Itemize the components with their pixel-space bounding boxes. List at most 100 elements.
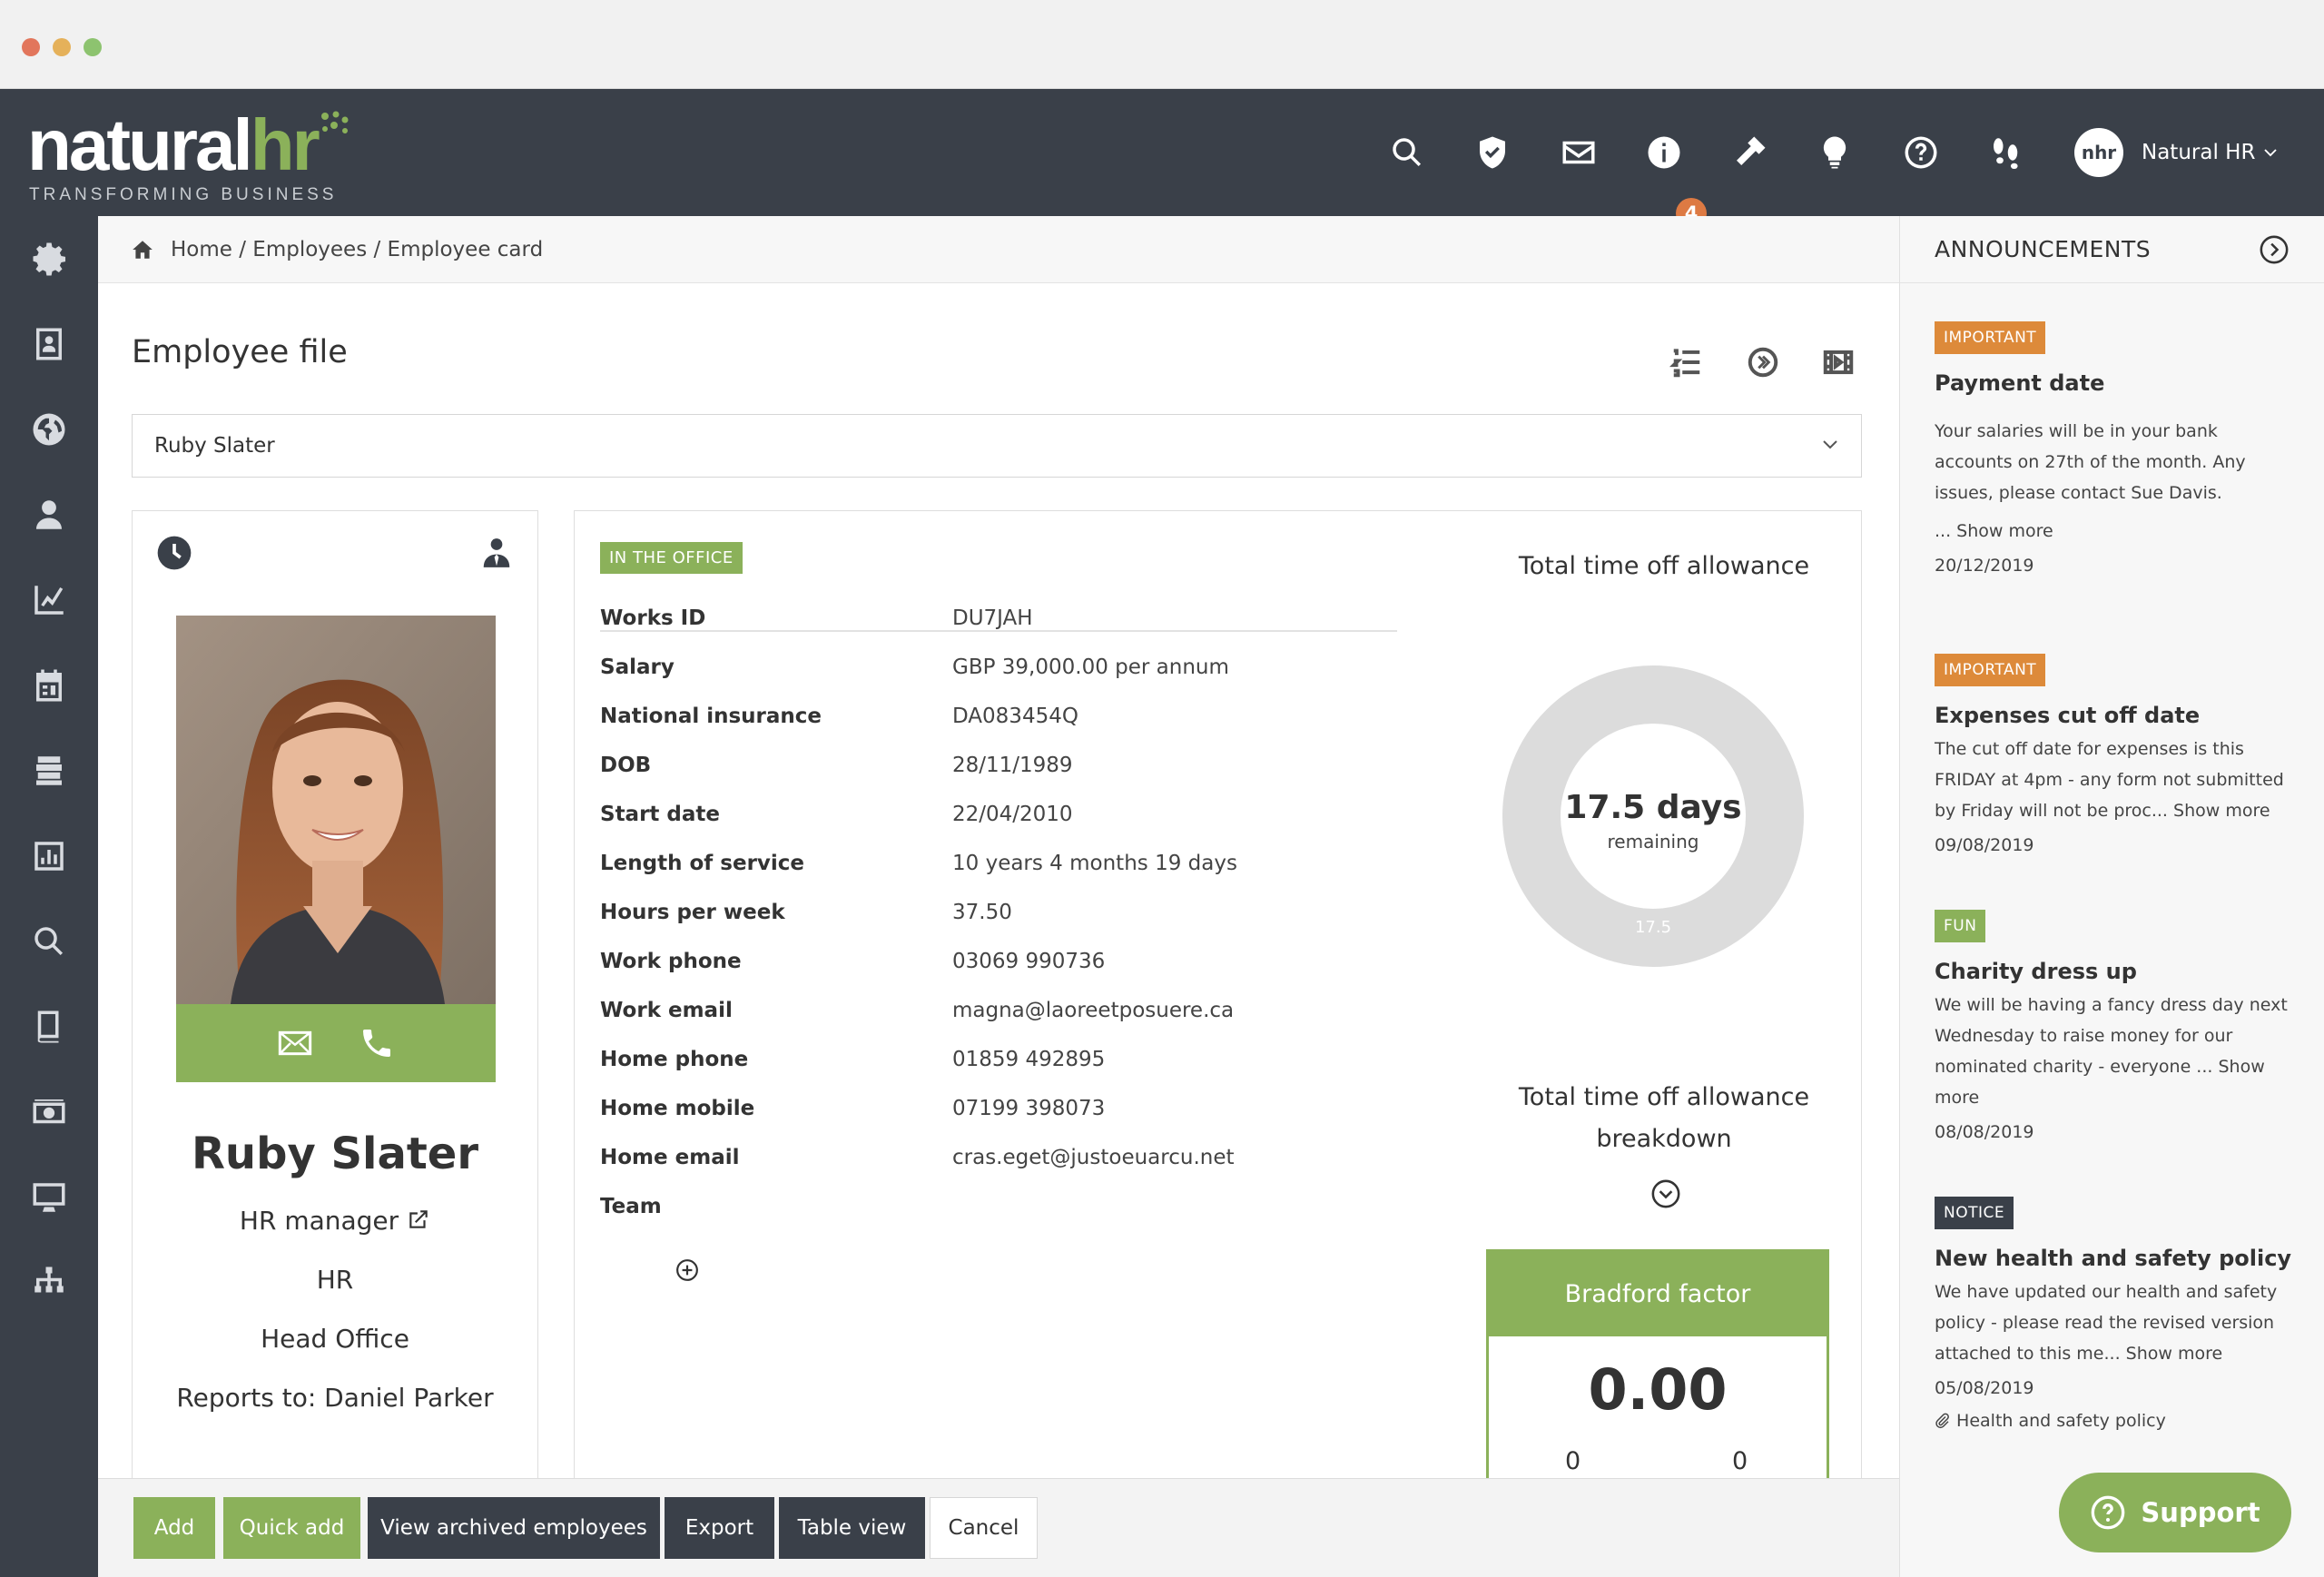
announcement-item[interactable]: NOTICE New health and safety policy We h…: [1935, 1197, 2298, 1431]
bradford-sub-left: 0: [1565, 1447, 1581, 1475]
announcements-header: ANNOUNCEMENTS: [1900, 216, 2324, 283]
expand-circle-icon[interactable]: [1650, 1178, 1681, 1209]
shield-icon[interactable]: [1465, 125, 1520, 180]
address-book-icon[interactable]: [25, 320, 74, 369]
settings-icon[interactable]: [25, 234, 74, 283]
reports-to: Reports to: Daniel Parker: [176, 1383, 494, 1413]
window-maximize-dot[interactable]: [84, 38, 102, 56]
chart-icon[interactable]: [25, 576, 74, 625]
detail-value: 22/04/2010: [952, 803, 1073, 826]
external-link-icon[interactable]: [407, 1207, 430, 1231]
clock-icon[interactable]: [156, 535, 192, 571]
detail-value: GBP 39,000.00 per annum: [952, 655, 1229, 679]
export-button[interactable]: Export: [665, 1497, 774, 1559]
quick-add-button[interactable]: Quick add: [223, 1497, 360, 1559]
wrench-icon[interactable]: [1722, 125, 1777, 180]
announcement-text: Your salaries will be in your bank accou…: [1935, 421, 2246, 503]
allowance-title: Total time off allowance: [1518, 552, 1810, 580]
detail-row: Work phone 03069 990736: [600, 950, 1417, 986]
people-icon[interactable]: [25, 490, 74, 539]
cancel-button[interactable]: Cancel: [930, 1497, 1038, 1559]
days-remaining-label: remaining: [1607, 831, 1699, 853]
window-minimize-dot[interactable]: [53, 38, 71, 56]
collapse-panel-icon[interactable]: [2259, 234, 2290, 265]
help-icon[interactable]: [1894, 125, 1948, 180]
search-icon[interactable]: [25, 917, 74, 966]
phone-icon[interactable]: [359, 1025, 395, 1061]
detail-value: 28/11/1989: [952, 754, 1073, 777]
film-icon[interactable]: [1821, 345, 1859, 383]
detail-value: DA083454Q: [952, 705, 1078, 728]
chevron-down-icon: [1823, 440, 1837, 449]
building-icon[interactable]: [25, 746, 74, 795]
report-icon[interactable]: [25, 832, 74, 881]
detail-row: Works ID DU7JAH: [600, 606, 1417, 643]
list-view-icon[interactable]: [1669, 345, 1708, 383]
detail-row: Hours per week 37.50: [600, 901, 1417, 937]
brand-name-accent: hr: [250, 104, 320, 185]
monitor-icon[interactable]: [25, 1173, 74, 1222]
manager-icon[interactable]: [479, 535, 514, 571]
selected-employee: Ruby Slater: [154, 434, 275, 458]
user-name: Natural HR: [2142, 141, 2256, 164]
employee-select[interactable]: Ruby Slater: [132, 414, 1862, 478]
announcement-item[interactable]: FUN Charity dress up We will be having a…: [1935, 910, 2298, 1142]
lightbulb-icon[interactable]: [1807, 125, 1862, 180]
action-bar: Add Quick add View archived employees Ex…: [98, 1478, 1899, 1577]
calendar-icon[interactable]: [25, 661, 74, 710]
add-button[interactable]: Add: [133, 1497, 215, 1559]
money-icon[interactable]: [25, 1088, 74, 1137]
detail-value: 07199 398073: [952, 1097, 1106, 1120]
announcement-date: 09/08/2019: [1935, 835, 2034, 855]
allowance-donut: 17.5 17.5 days remaining: [1501, 664, 1806, 969]
user-menu[interactable]: nhr Natural HR: [2074, 121, 2279, 184]
detail-row: Home email cras.eget@justoeuarcu.net: [600, 1146, 1417, 1182]
brand-logo[interactable]: naturalhr TRANSFORMING BUSINESS: [27, 109, 354, 204]
show-more-link[interactable]: ... Show more: [1935, 516, 2298, 547]
footprints-icon[interactable]: [1979, 125, 2034, 180]
info-icon[interactable]: [1637, 125, 1691, 180]
announcement-date: 05/08/2019: [1935, 1378, 2034, 1398]
support-button[interactable]: Support: [2059, 1473, 2291, 1552]
detail-label: Works ID: [600, 606, 706, 630]
attachment-name: Health and safety policy: [1956, 1411, 2166, 1431]
detail-label: Team: [600, 1195, 662, 1218]
search-icon[interactable]: [1380, 125, 1434, 180]
globe-icon[interactable]: [25, 405, 74, 454]
book-icon[interactable]: [25, 1002, 74, 1051]
detail-label: Start date: [600, 803, 721, 826]
detail-label: Work email: [600, 999, 733, 1022]
announcement-tag: IMPORTANT: [1935, 321, 2046, 354]
bradford-title: Bradford factor: [1489, 1252, 1827, 1336]
detail-label: DOB: [600, 754, 652, 777]
view-archived-button[interactable]: View archived employees: [368, 1497, 660, 1559]
breadcrumb: Home / Employees / Employee card: [98, 216, 1899, 283]
avatar: nhr: [2074, 128, 2123, 177]
detail-label: Work phone: [600, 950, 742, 973]
window-close-dot[interactable]: [22, 38, 40, 56]
announcement-text: The cut off date for expenses is this FR…: [1935, 739, 2284, 821]
breadcrumb-text[interactable]: Home / Employees / Employee card: [171, 238, 543, 261]
breakdown-title-line1: Total time off allowance: [1518, 1083, 1810, 1111]
days-remaining-value: 17.5 days: [1564, 789, 1742, 826]
org-chart-icon[interactable]: [25, 1258, 74, 1307]
announcement-tag: FUN: [1935, 910, 1986, 942]
donut-ring-label: 17.5: [1635, 918, 1671, 937]
bradford-factor-card: Bradford factor 0.00 0 0: [1486, 1249, 1829, 1483]
announcement-item[interactable]: IMPORTANT Payment date Your salaries wil…: [1935, 321, 2298, 576]
email-icon[interactable]: [277, 1025, 313, 1061]
next-circle-icon[interactable]: [1746, 345, 1784, 383]
top-navbar: naturalhr TRANSFORMING BUSINESS 4 nhr Na…: [0, 89, 2324, 229]
details-card: IN THE OFFICE Works ID DU7JAH Salary GBP 39…: [574, 510, 1862, 1483]
detail-row: Home phone 01859 492895: [600, 1048, 1417, 1084]
attachment-link[interactable]: Health and safety policy: [1935, 1411, 2298, 1431]
home-icon[interactable]: [131, 238, 154, 261]
detail-row: DOB 28/11/1989: [600, 754, 1417, 790]
bradford-sub-right: 0: [1732, 1447, 1748, 1475]
detail-value: DU7JAH: [952, 606, 1033, 630]
add-team-icon[interactable]: [675, 1258, 699, 1282]
announcements-panel: ANNOUNCEMENTS IMPORTANT Payment date You…: [1899, 216, 2324, 1577]
announcement-item[interactable]: IMPORTANT Expenses cut off date The cut …: [1935, 654, 2298, 855]
mail-icon[interactable]: [1551, 125, 1606, 180]
table-view-button[interactable]: Table view: [779, 1497, 925, 1559]
